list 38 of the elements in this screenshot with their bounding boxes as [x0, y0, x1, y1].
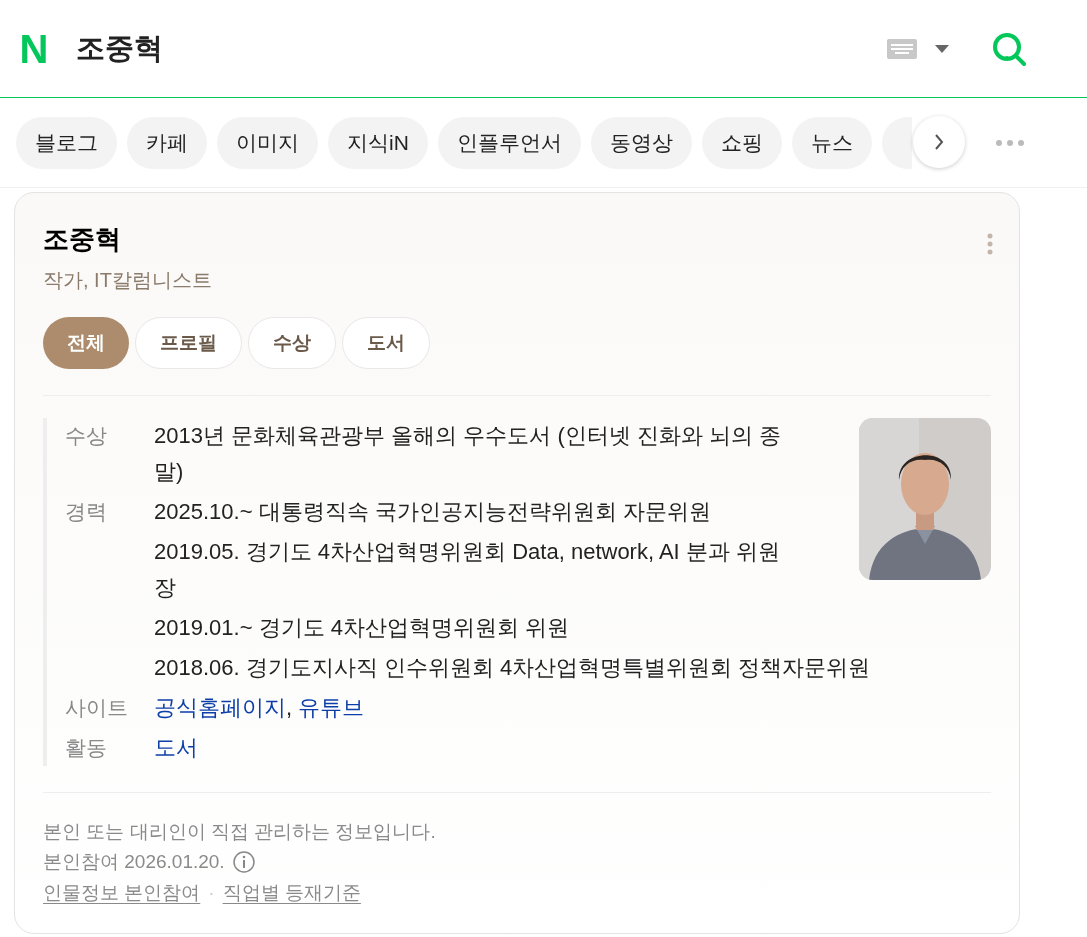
search-icon[interactable]	[991, 30, 1027, 67]
more-vertical-icon[interactable]	[987, 233, 993, 255]
info-icon[interactable]	[232, 851, 255, 873]
info-label: 수상	[65, 423, 108, 449]
info-link[interactable]: 유튜브	[298, 690, 365, 726]
person-occupation: 작가, IT칼럼니스트	[43, 268, 213, 293]
profile-tab[interactable]: 수상	[248, 317, 336, 369]
category-chip[interactable]: 쇼핑	[701, 116, 782, 169]
category-chip[interactable]: 카페	[127, 116, 207, 169]
info-label: 경력	[65, 499, 108, 525]
more-icon[interactable]	[996, 140, 1024, 146]
chevron-right-icon	[934, 134, 944, 150]
category-chip[interactable]: 뉴스	[791, 116, 872, 169]
scroll-right-button[interactable]	[913, 116, 965, 168]
info-label: 사이트	[65, 695, 129, 721]
info-link[interactable]: 공식홈페이지	[154, 690, 286, 726]
profile-tab[interactable]: 프로필	[135, 317, 242, 369]
category-chip[interactable]: 이미지	[217, 116, 318, 169]
separator: ·	[208, 881, 215, 905]
info-value: 2018.06. 경기도지사직 인수위원회 4차산업혁명특별위원회 정책자문위원	[154, 654, 872, 682]
search-query[interactable]: 조중혁	[76, 26, 163, 71]
category-chip[interactable]: 블로그	[16, 116, 117, 169]
info-value: 2019.05. 경기도 4차산업혁명위원회 Data, network, AI 분과 위원장	[154, 538, 781, 602]
info-note: 본인 또는 대리인이 직접 관리하는 정보입니다.	[43, 820, 437, 844]
info-value: 2013년 문화체육관광부 올해의 우수도서 (인터넷 진화와 뇌의 종말)	[154, 422, 783, 486]
participation-date: 본인참여 2026.01.20.	[43, 850, 225, 874]
category-chip[interactable]: 지식iN	[328, 116, 428, 169]
info-value: 2019.01.~ 경기도 4차산업혁명위원회 위원	[154, 614, 571, 642]
keyboard-icon[interactable]	[887, 38, 917, 59]
profile-tab[interactable]: 도서	[342, 317, 430, 369]
category-chip[interactable]: 인플루언서	[437, 116, 581, 169]
info-value: 2025.10.~ 대통령직속 국가인공지능전략위원회 자문위원	[154, 498, 712, 526]
caret-icon[interactable]	[935, 44, 949, 53]
category-chip[interactable]: 동영상	[590, 116, 692, 169]
person-name: 조중혁	[43, 223, 121, 255]
info-label: 활동	[65, 735, 108, 761]
info-link[interactable]: 도서	[154, 730, 198, 766]
separator: ,	[286, 694, 293, 722]
